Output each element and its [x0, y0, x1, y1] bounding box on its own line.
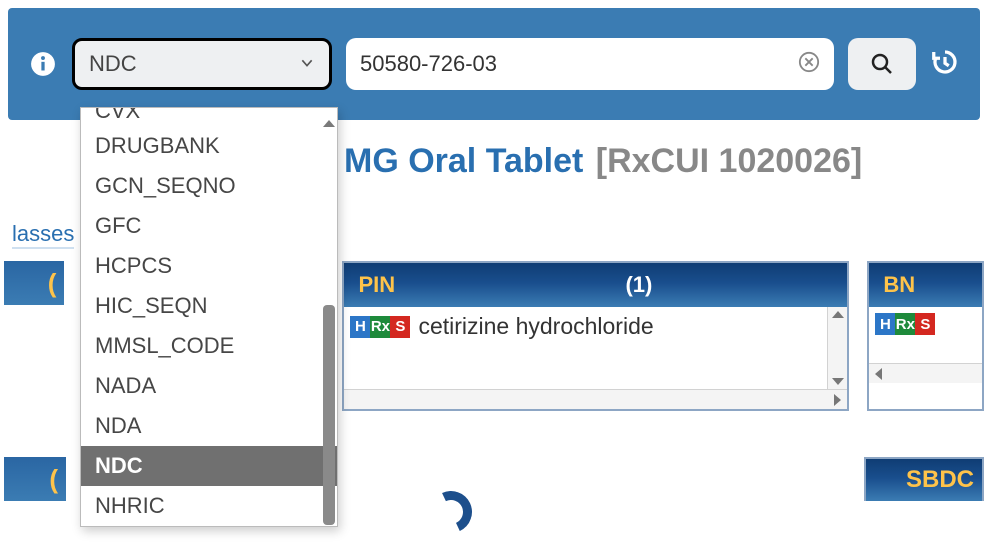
dropdown-option[interactable]: NADA	[81, 366, 337, 406]
horizontal-scrollbar[interactable]	[869, 363, 982, 383]
panel-count: (1)	[444, 272, 833, 298]
logo-fragment	[430, 473, 484, 542]
history-icon[interactable]	[930, 47, 960, 82]
panel-code: BN	[883, 272, 951, 298]
badge-s-icon: S	[390, 316, 410, 338]
dropdown-option-selected[interactable]: NDC	[81, 446, 337, 486]
badge-h-icon: H	[875, 313, 895, 335]
panel-header-sbdc: SBDC	[864, 457, 984, 501]
search-icon	[870, 52, 894, 76]
dropdown-option[interactable]: HIC_SEQN	[81, 286, 337, 326]
horizontal-scrollbar[interactable]	[344, 389, 847, 409]
panel-stub-left: (	[4, 261, 64, 305]
scroll-right-icon[interactable]	[834, 394, 841, 406]
chevron-down-icon	[299, 51, 315, 77]
drug-title: MG Oral Tablet	[344, 142, 583, 180]
info-icon[interactable]	[28, 49, 58, 79]
source-badges: H Rx S	[350, 316, 410, 338]
panel-bn: BN H Rx S	[867, 261, 984, 411]
vertical-scrollbar[interactable]	[827, 307, 847, 389]
dropdown-option[interactable]: GFC	[81, 206, 337, 246]
id-type-select[interactable]: NDC	[72, 38, 332, 90]
logo-swirl-icon	[424, 485, 478, 539]
classes-link[interactable]: lasses	[12, 221, 74, 249]
id-type-value: NDC	[89, 51, 137, 77]
dropdown-option[interactable]: CVX	[81, 108, 337, 126]
dropdown-option[interactable]: DRUGBANK	[81, 126, 337, 166]
panel-stub-left-2: (	[4, 457, 66, 501]
dropdown-option[interactable]: HCPCS	[81, 246, 337, 286]
badge-s-icon: S	[915, 313, 935, 335]
scroll-up-icon[interactable]	[832, 311, 844, 318]
badge-h-icon: H	[350, 316, 370, 338]
list-item[interactable]: H Rx S	[875, 313, 976, 335]
dropdown-option[interactable]: NDA	[81, 406, 337, 446]
list-item[interactable]: H Rx S cetirizine hydrochloride	[350, 313, 821, 340]
id-type-dropdown: CVX DRUGBANK GCN_SEQNO GFC HCPCS HIC_SEQ…	[80, 107, 338, 527]
dropdown-option[interactable]: MMSL_CODE	[81, 326, 337, 366]
scroll-thumb[interactable]	[323, 305, 335, 525]
panel-header-pin: PIN (1)	[344, 263, 847, 307]
panel-code: PIN	[358, 272, 426, 298]
scroll-up-arrow-icon[interactable]	[323, 120, 335, 127]
panel-code: SBDC	[906, 466, 974, 494]
dropdown-scrollbar[interactable]	[323, 120, 335, 522]
panel-header-bn: BN	[869, 263, 982, 307]
panel-pin: PIN (1) H Rx S cetirizine hydrochloride	[342, 261, 849, 411]
search-input[interactable]	[360, 51, 788, 77]
scroll-left-icon[interactable]	[875, 368, 882, 380]
dropdown-option[interactable]: GCN_SEQNO	[81, 166, 337, 206]
rxcui-code: [RxCUI 1020026]	[596, 142, 862, 180]
dropdown-option[interactable]: NHRIC	[81, 486, 337, 526]
badge-rx-icon: Rx	[895, 313, 915, 335]
ingredient-name: cetirizine hydrochloride	[418, 313, 653, 340]
source-badges: H Rx S	[875, 313, 935, 335]
search-button[interactable]	[848, 38, 916, 90]
search-bar: NDC	[8, 8, 980, 120]
clear-icon[interactable]	[798, 51, 820, 78]
search-input-wrap	[346, 38, 834, 90]
scroll-down-icon[interactable]	[832, 378, 844, 385]
badge-rx-icon: Rx	[370, 316, 390, 338]
